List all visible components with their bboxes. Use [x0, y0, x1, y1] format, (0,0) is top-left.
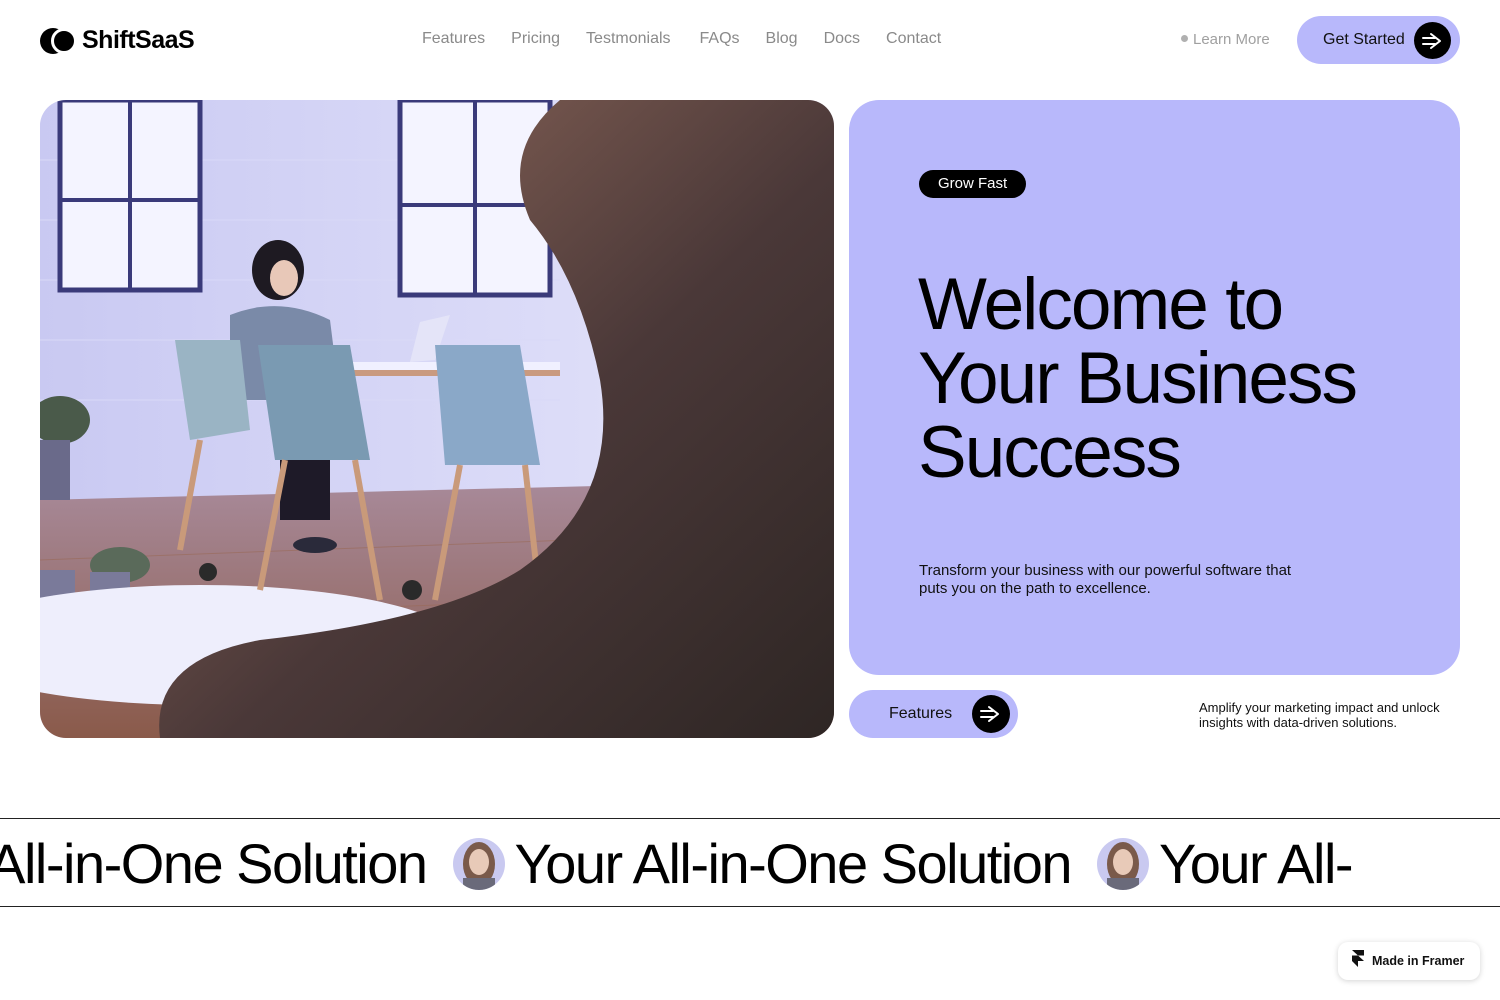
marquee-track: r All-in-One Solution Your All-in-One So… — [0, 819, 1354, 906]
nav-link-features[interactable]: Features — [422, 30, 485, 48]
nav-link-faqs[interactable]: FAQs — [700, 30, 740, 48]
nav-link-testimonials[interactable]: Testmonials — [586, 30, 670, 48]
hero-title: Welcome to Your Business Success — [918, 268, 1438, 490]
nav-links: Features Pricing Testmonials FAQs Blog D… — [422, 30, 967, 48]
nav-link-contact[interactable]: Contact — [886, 30, 941, 48]
marquee-text: r All-in-One Solution — [0, 832, 428, 895]
top-navigation: ShiftSaaS Features Pricing Testmonials F… — [0, 0, 1500, 80]
hero-title-line-2: Your Business — [918, 338, 1358, 419]
hero-office-photo — [40, 100, 834, 738]
grow-fast-tag: Grow Fast — [919, 170, 1027, 198]
learn-more-link[interactable]: Learn More — [1181, 31, 1270, 48]
made-in-framer-badge[interactable]: Made in Framer — [1338, 942, 1480, 980]
amplify-text: Amplify your marketing impact and unlock… — [1199, 700, 1440, 730]
get-started-button[interactable]: Get Started — [1297, 16, 1460, 64]
get-started-label: Get Started — [1323, 31, 1405, 48]
brand-name: ShiftSaaS — [82, 26, 195, 54]
nav-link-blog[interactable]: Blog — [766, 30, 798, 48]
hero-description: Transform your business with our powerfu… — [919, 562, 1292, 597]
logo-mark-icon — [40, 27, 77, 55]
nav-link-pricing[interactable]: Pricing — [511, 30, 560, 48]
features-button[interactable]: Features — [849, 690, 1018, 738]
marquee-text: Your All- — [1159, 832, 1354, 895]
features-button-label: Features — [889, 705, 953, 722]
dot-icon — [1181, 35, 1188, 42]
avatar — [452, 837, 505, 890]
avatar — [1097, 837, 1150, 890]
learn-more-label: Learn More — [1193, 31, 1270, 48]
marquee-text: Your All-in-One Solution — [514, 832, 1073, 895]
hero-card: Grow Fast Welcome to Your Business Succe… — [849, 100, 1460, 675]
hero-title-line-3: Success — [918, 412, 1182, 493]
framer-badge-label: Made in Framer — [1372, 954, 1465, 968]
hero-title-line-1: Welcome to — [918, 264, 1284, 345]
marquee-banner: r All-in-One Solution Your All-in-One So… — [0, 818, 1500, 907]
nav-link-docs[interactable]: Docs — [824, 30, 860, 48]
brand-logo[interactable]: ShiftSaaS — [40, 26, 195, 55]
framer-logo-icon — [1352, 950, 1364, 972]
arrow-right-icon — [972, 695, 1010, 733]
arrow-right-icon — [1414, 22, 1451, 59]
